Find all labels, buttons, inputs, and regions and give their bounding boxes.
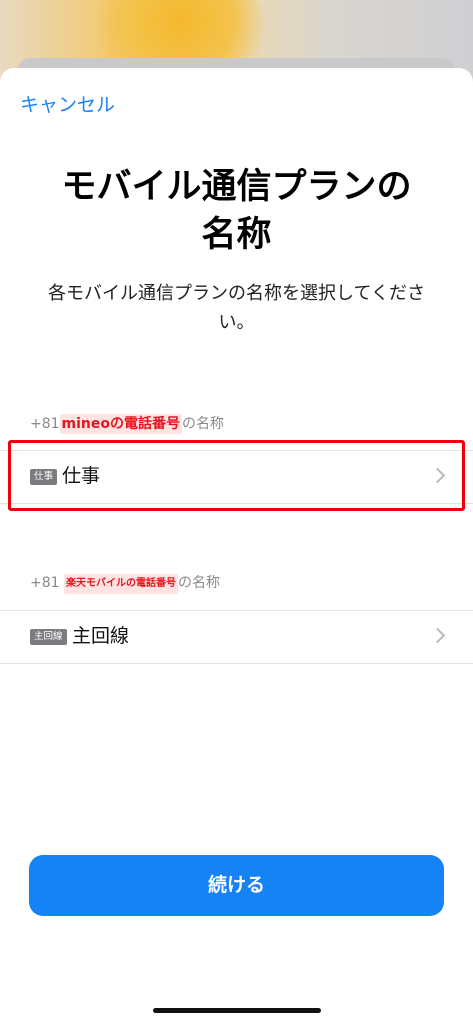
page-title: モバイル通信プランの 名称 <box>0 163 473 259</box>
home-indicator[interactable] <box>153 1008 321 1013</box>
page-subtitle-line2: い。 <box>218 312 255 333</box>
phone-prefix: +81 <box>30 416 60 432</box>
plan-name: 主回線 <box>72 625 130 647</box>
redacted-phone-number: 楽天モバイルの電話番号 <box>64 574 178 594</box>
continue-button[interactable]: 続ける <box>29 855 444 916</box>
redacted-phone-number: mineoの電話番号 <box>59 414 183 434</box>
plan-tag: 仕事 <box>30 469 58 485</box>
plan-section-label: +81 楽天モバイルの電話番号 の名称 <box>30 573 220 594</box>
cancel-button[interactable]: キャンセル <box>20 90 115 117</box>
chevron-right-icon <box>429 467 446 484</box>
section-suffix: の名称 <box>182 416 225 432</box>
page-subtitle: 各モバイル通信プランの名称を選択してくださ い。 <box>30 279 443 337</box>
plan-tag: 主回線 <box>30 629 67 645</box>
plan-name: 仕事 <box>62 465 101 487</box>
page-subtitle-line1: 各モバイル通信プランの名称を選択してくださ <box>48 283 425 304</box>
page-title-line1: モバイル通信プランの <box>61 167 412 207</box>
chevron-right-icon <box>429 627 446 644</box>
plan-section-label: +81 mineoの電話番号 の名称 <box>30 414 224 434</box>
phone-prefix: +81 <box>30 575 60 591</box>
plan-row-primary[interactable]: 主回線 主回線 <box>0 610 473 664</box>
page-title-line2: 名称 <box>201 215 272 255</box>
plan-row-work[interactable]: 仕事 仕事 <box>0 450 473 504</box>
section-suffix: の名称 <box>178 575 220 591</box>
